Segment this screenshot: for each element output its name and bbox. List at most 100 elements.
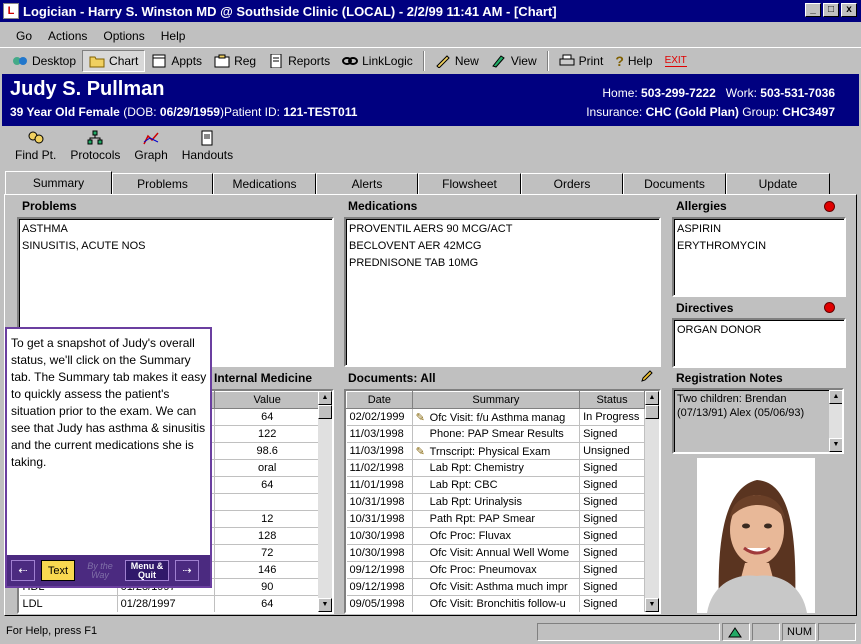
help-button[interactable]: ? Help xyxy=(609,50,658,72)
group-id: CHC3497 xyxy=(782,105,835,119)
scroll-down-icon[interactable]: ▼ xyxy=(645,598,659,612)
table-row[interactable]: 11/03/1998 Phone: PAP Smear Results Signed xyxy=(346,425,645,443)
menu-help[interactable]: Help xyxy=(153,27,194,47)
desktop-button[interactable]: Desktop xyxy=(6,50,82,72)
allergies-list[interactable]: ASPIRIN ERYTHROMYCIN xyxy=(672,217,846,297)
table-row[interactable]: 11/03/1998 ✎ Trnscript: Physical Exam Unsig… xyxy=(346,442,645,460)
medications-title: Medications xyxy=(348,199,418,213)
directives-list[interactable]: ORGAN DONOR xyxy=(672,318,846,368)
list-item[interactable]: BECLOVENT AER 42MCG xyxy=(349,238,656,255)
table-row[interactable]: 10/31/1998 Path Rpt: PAP Smear Signed xyxy=(346,510,645,528)
flowsheet-scrollbar[interactable]: ▲ ▼ xyxy=(318,391,332,612)
table-row[interactable]: 10/31/1998 Lab Rpt: Urinalysis Signed xyxy=(346,493,645,511)
flowsheet-cell-value: 98.6 xyxy=(214,442,320,460)
exit-button[interactable]: EXIT xyxy=(659,50,693,72)
print-button[interactable]: Print xyxy=(553,50,610,72)
find-patient-button[interactable]: Find Pt. xyxy=(8,128,63,168)
previous-arrow-icon[interactable]: ⇠ xyxy=(11,560,35,581)
scroll-up-icon[interactable]: ▲ xyxy=(829,390,842,404)
minimize-button[interactable]: _ xyxy=(805,3,821,17)
table-row[interactable]: LDL 01/28/1997 64 xyxy=(19,595,320,612)
pencil-icon[interactable] xyxy=(640,369,654,383)
flowsheet-col-value[interactable]: Value xyxy=(214,391,320,409)
appts-button[interactable]: Appts xyxy=(145,50,208,72)
scroll-down-icon[interactable]: ▼ xyxy=(318,598,332,612)
list-item[interactable]: ASTHMA xyxy=(22,221,329,238)
chart-button[interactable]: Chart xyxy=(82,49,146,72)
reports-button[interactable]: Reports xyxy=(262,50,336,72)
graph-button[interactable]: Graph xyxy=(127,128,174,168)
table-row[interactable]: 09/12/1998 Ofc Proc: Pneumovax Signed xyxy=(346,561,645,579)
tab-problems[interactable]: Problems xyxy=(112,173,213,194)
handouts-button[interactable]: Handouts xyxy=(175,128,240,168)
scroll-down-icon[interactable]: ▼ xyxy=(829,438,842,452)
menu-actions[interactable]: Actions xyxy=(40,27,95,47)
table-row[interactable]: 11/01/1998 Lab Rpt: CBC Signed xyxy=(346,476,645,494)
tab-update[interactable]: Update xyxy=(726,173,830,194)
doc-date: 11/03/1998 xyxy=(346,442,413,460)
table-row[interactable]: 02/02/1999 ✎ Ofc Visit: f/u Asthma manag In… xyxy=(346,408,645,426)
patient-insurance: Insurance: CHC (Gold Plan) Group: CHC349… xyxy=(586,105,835,119)
tab-medications[interactable]: Medications xyxy=(213,173,316,194)
doc-date: 02/02/1999 xyxy=(346,408,413,426)
by-the-way-button[interactable]: By the Way xyxy=(81,560,119,581)
next-arrow-icon[interactable]: ⇢ xyxy=(175,560,199,581)
list-item[interactable]: PROVENTIL AERS 90 MCG/ACT xyxy=(349,221,656,238)
protocols-button[interactable]: Protocols xyxy=(63,128,127,168)
tab-documents[interactable]: Documents xyxy=(623,173,726,194)
new-button[interactable]: New xyxy=(429,50,485,72)
menu-options[interactable]: Options xyxy=(95,27,152,47)
table-row[interactable]: 09/05/1998 Ofc Visit: Bronchitis follow-u… xyxy=(346,595,645,612)
scroll-thumb[interactable] xyxy=(318,405,332,419)
doc-status: Signed xyxy=(579,527,645,545)
patient-banner: Judy S. Pullman 39 Year Old Female (DOB:… xyxy=(2,74,859,126)
question-mark-icon: ? xyxy=(615,52,624,69)
close-button[interactable]: x xyxy=(841,3,857,17)
folder-icon xyxy=(89,56,105,67)
menu-quit-button[interactable]: Menu & Quit xyxy=(125,560,169,581)
list-item[interactable]: SINUSITIS, ACUTE NOS xyxy=(22,238,329,255)
medications-list[interactable]: PROVENTIL AERS 90 MCG/ACT BECLOVENT AER … xyxy=(344,217,661,367)
table-row[interactable]: 11/02/1998 Lab Rpt: Chemistry Signed xyxy=(346,459,645,477)
list-item[interactable]: ERYTHROMYCIN xyxy=(677,238,841,255)
doc-col-summary[interactable]: Summary xyxy=(411,391,581,409)
list-item[interactable]: PREDNISONE TAB 10MG xyxy=(349,255,656,272)
list-item[interactable]: ASPIRIN xyxy=(677,221,841,238)
scroll-up-icon[interactable]: ▲ xyxy=(645,391,659,405)
scroll-up-icon[interactable]: ▲ xyxy=(318,391,332,405)
flowsheet-cell-value: 64 xyxy=(214,595,320,612)
reg-button[interactable]: Reg xyxy=(208,50,262,72)
view-icon xyxy=(491,54,505,68)
doc-status: Signed xyxy=(579,544,645,562)
table-row[interactable]: 10/30/1998 Ofc Visit: Annual Well Wome Sig… xyxy=(346,544,645,562)
group-label: Group: xyxy=(742,105,779,119)
table-row[interactable]: 09/12/1998 Ofc Visit: Asthma much impr Sig… xyxy=(346,578,645,596)
documents-scrollbar[interactable]: ▲ ▼ xyxy=(645,391,659,612)
view-button[interactable]: View xyxy=(485,50,543,72)
menu-go[interactable]: Go xyxy=(8,27,40,47)
doc-date: 09/12/1998 xyxy=(346,578,413,596)
tab-summary[interactable]: Summary xyxy=(5,171,112,194)
tab-flowsheet[interactable]: Flowsheet xyxy=(418,173,521,194)
exit-label: EXIT xyxy=(664,54,687,67)
chart-label: Chart xyxy=(109,53,139,68)
documents-grid[interactable]: Date Summary Status 02/02/1999 ✎ Ofc Visit… xyxy=(344,389,661,614)
flowsheet-cell-name: LDL xyxy=(19,595,118,612)
scroll-thumb[interactable] xyxy=(645,405,659,419)
doc-summary: Ofc Proc: Fluvax xyxy=(412,527,581,545)
table-row[interactable]: 10/30/1998 Ofc Proc: Fluvax Signed xyxy=(346,527,645,545)
pencil-icon: ✎ xyxy=(415,445,425,458)
status-help-text: For Help, press F1 xyxy=(6,625,98,637)
doc-col-status[interactable]: Status xyxy=(579,391,645,409)
registration-notes[interactable]: Two children: Brendan (07/13/91) Alex (0… xyxy=(672,388,844,454)
list-item[interactable]: ORGAN DONOR xyxy=(677,322,841,339)
tab-alerts[interactable]: Alerts xyxy=(316,173,418,194)
flowsheet-cell-value: oral xyxy=(214,459,320,477)
maximize-button[interactable]: □ xyxy=(823,3,839,17)
linklogic-button[interactable]: LinkLogic xyxy=(336,50,419,72)
doc-col-date[interactable]: Date xyxy=(346,391,413,409)
tab-orders[interactable]: Orders xyxy=(521,173,623,194)
text-button[interactable]: Text xyxy=(41,560,75,581)
registration-scrollbar[interactable]: ▲ ▼ xyxy=(829,390,842,452)
doc-summary: Lab Rpt: Urinalysis xyxy=(412,493,581,511)
